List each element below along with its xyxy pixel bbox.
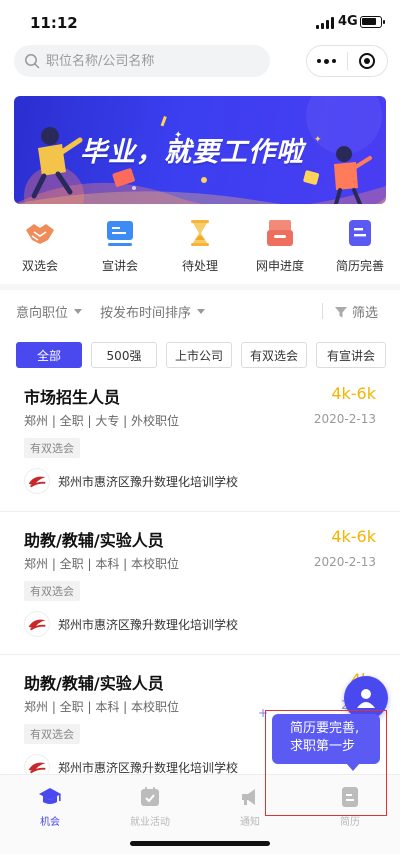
search-input[interactable]: [46, 53, 256, 69]
quick-action-label: 宣讲会: [101, 259, 138, 273]
job-card[interactable]: 助教/教辅/实验人员 4k-6k 郑州 | 全职 | 本科 | 本校职位 202…: [0, 527, 400, 655]
tab-opportunities[interactable]: 机会: [0, 785, 100, 828]
chip-fortune500[interactable]: 500强: [91, 342, 157, 368]
job-date: 2020-2-13: [313, 412, 376, 426]
job-date: 2020-2-13: [313, 555, 376, 569]
status-time: 11:12: [30, 14, 78, 32]
quick-actions: 双选会 宣讲会 待处理 网申进度 简历完善: [0, 218, 400, 278]
intent-position-dropdown[interactable]: 意向职位: [16, 302, 83, 321]
banner-title: 毕业，就要工作啦: [80, 137, 304, 168]
network-type: 4G: [338, 14, 358, 29]
job-salary: 4k-6k: [331, 527, 376, 546]
search-icon: [25, 54, 40, 69]
tab-label: 就业活动: [130, 817, 170, 828]
inbox-progress-icon: [267, 220, 293, 246]
svg-text:✦: ✦: [314, 135, 322, 145]
job-meta: 郑州 | 全职 | 本科 | 本校职位: [24, 700, 180, 714]
chip-has-seminar[interactable]: 有宣讲会: [316, 342, 386, 368]
quick-action-pending[interactable]: 待处理: [160, 218, 240, 278]
quick-action-application-progress[interactable]: 网申进度: [240, 218, 320, 278]
filter-label: 筛选: [352, 306, 379, 321]
intent-position-label: 意向职位: [16, 306, 69, 321]
filter-bar: 意向职位 按发布时间排序 筛选: [0, 294, 400, 326]
job-meta: 郑州 | 全职 | 大专 | 外校职位: [24, 414, 180, 428]
tab-label: 通知: [240, 817, 260, 828]
quick-action-seminar[interactable]: 宣讲会: [80, 218, 160, 278]
chip-listed-company[interactable]: 上市公司: [166, 342, 232, 368]
job-company: 郑州市惠济区豫升数理化培训学校: [24, 611, 238, 637]
job-tag: 有双选会: [24, 438, 80, 458]
company-name: 郑州市惠济区豫升数理化培训学校: [58, 474, 239, 489]
signal-icon: [316, 17, 334, 29]
quick-action-resume[interactable]: 简历完善: [320, 218, 400, 278]
section-divider: [0, 284, 400, 290]
caret-down-icon: [74, 309, 83, 314]
filter-divider: [322, 303, 323, 319]
quick-action-label: 待处理: [181, 259, 218, 273]
sort-label: 按发布时间排序: [100, 306, 192, 321]
job-title: 助教/教辅/实验人员: [24, 674, 164, 693]
chip-has-job-fair[interactable]: 有双选会: [241, 342, 307, 368]
job-tag: 有双选会: [24, 724, 80, 744]
graduation-cap-icon: [39, 788, 61, 804]
filter-button[interactable]: 筛选: [334, 302, 378, 321]
more-menu-button[interactable]: [307, 46, 347, 76]
job-title: 助教/教辅/实验人员: [24, 531, 164, 550]
home-indicator: [130, 841, 270, 846]
company-logo: [24, 468, 50, 494]
quick-action-label: 网申进度: [255, 259, 304, 273]
target-icon: [359, 53, 376, 69]
megaphone-icon: [242, 789, 255, 805]
company-logo: [24, 611, 50, 637]
miniprogram-capsule: [306, 45, 388, 77]
battery-icon: [360, 16, 385, 28]
category-chips: 全部 500强 上市公司 有双选会 有宣讲会: [0, 342, 400, 370]
caret-down-icon: [197, 309, 206, 314]
presentation-board-icon: [107, 221, 133, 246]
hourglass-icon: [191, 220, 209, 246]
job-card[interactable]: 市场招生人员 4k-6k 郑州 | 全职 | 大专 | 外校职位 2020-2-…: [0, 384, 400, 512]
job-salary: 4k-6k: [331, 384, 376, 403]
calendar-check-icon: [141, 787, 159, 806]
company-name: 郑州市惠济区豫升数理化培训学校: [58, 617, 239, 632]
handshake-icon: [26, 224, 54, 244]
promo-banner[interactable]: ✦ ✦ 毕业，就要工作啦: [14, 96, 386, 204]
quick-action-job-fair[interactable]: 双选会: [0, 218, 80, 278]
quick-action-label: 简历完善: [335, 259, 384, 273]
status-bar: 11:12 4G: [0, 0, 400, 44]
funnel-icon: [335, 306, 347, 317]
highlight-annotation: [265, 710, 387, 816]
quick-action-label: 双选会: [21, 259, 58, 273]
job-meta: 郑州 | 全职 | 本科 | 本校职位: [24, 557, 180, 571]
user-icon: [357, 689, 375, 708]
resume-icon: [349, 220, 371, 246]
job-tag: 有双选会: [24, 581, 80, 601]
job-title: 市场招生人员: [24, 388, 121, 407]
tab-label: 机会: [40, 817, 60, 828]
company-name: 郑州市惠济区豫升数理化培训学校: [58, 760, 239, 775]
close-miniprogram-button[interactable]: [347, 46, 387, 76]
sort-dropdown[interactable]: 按发布时间排序: [100, 302, 206, 321]
tab-activities[interactable]: 就业活动: [100, 785, 200, 828]
chip-all[interactable]: 全部: [16, 342, 82, 368]
job-company: 郑州市惠济区豫升数理化培训学校: [24, 468, 238, 494]
search-bar[interactable]: [14, 45, 270, 77]
